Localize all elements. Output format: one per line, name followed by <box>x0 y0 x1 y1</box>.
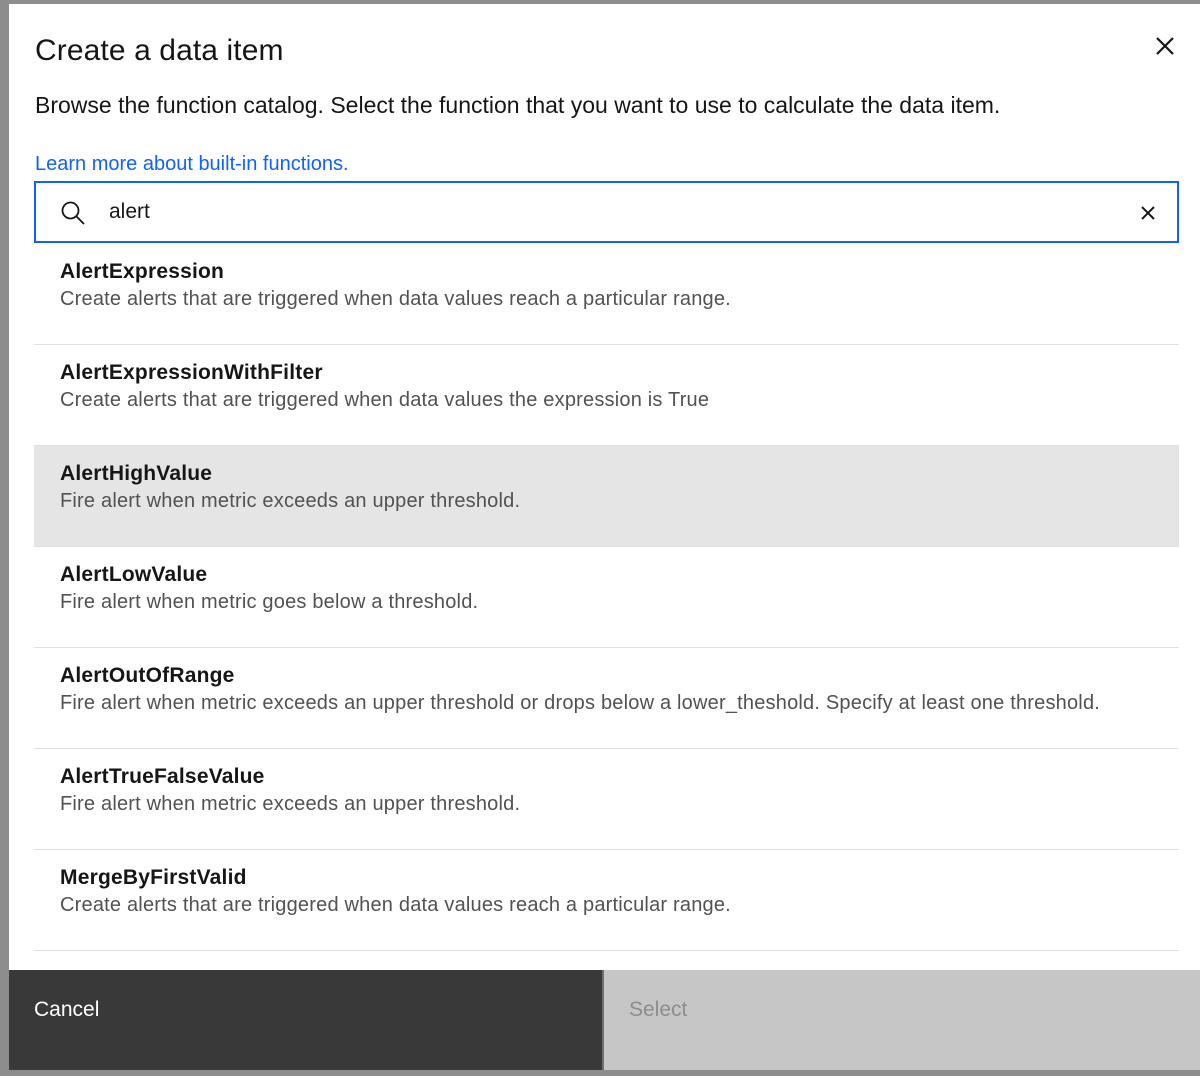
modal-footer: Cancel Select <box>9 970 1200 1070</box>
close-icon <box>1141 206 1155 220</box>
function-name: AlertExpressionWithFilter <box>60 361 323 384</box>
function-list-item[interactable]: AlertOutOfRange Fire alert when metric ex… <box>34 648 1179 749</box>
modal-title: Create a data item <box>35 34 284 67</box>
function-list-item[interactable]: AlertExpressionWithFilter Create alerts t… <box>34 345 1179 446</box>
function-description: Create alerts that are triggered when da… <box>60 894 731 916</box>
clear-search-button[interactable] <box>1131 196 1165 230</box>
function-list: AlertExpression Create alerts that are tr… <box>34 244 1179 951</box>
cancel-button[interactable]: Cancel <box>9 970 602 1070</box>
function-name: AlertHighValue <box>60 462 213 485</box>
select-button[interactable]: Select <box>604 970 1200 1070</box>
function-description: Fire alert when metric exceeds an upper … <box>60 692 1101 714</box>
function-description: Create alerts that are triggered when da… <box>60 389 710 411</box>
function-list-item[interactable]: MergeByFirstValid Create alerts that are … <box>34 850 1179 951</box>
function-name: AlertExpression <box>60 260 225 283</box>
close-modal-button[interactable] <box>1145 26 1185 66</box>
create-data-item-modal: Create a data item Browse the function c… <box>9 4 1200 1070</box>
function-name: AlertTrueFalseValue <box>60 765 265 788</box>
function-name: MergeByFirstValid <box>60 866 247 889</box>
function-name: AlertLowValue <box>60 563 208 586</box>
function-search[interactable] <box>34 181 1179 243</box>
function-description: Fire alert when metric exceeds an upper … <box>60 793 521 815</box>
function-description: Fire alert when metric exceeds an upper … <box>60 490 521 512</box>
function-list-item[interactable]: AlertHighValue Fire alert when metric exc… <box>34 446 1179 547</box>
function-list-item[interactable]: AlertLowValue Fire alert when metric goes… <box>34 547 1179 648</box>
function-list-item[interactable]: AlertExpression Create alerts that are tr… <box>34 244 1179 345</box>
search-input[interactable] <box>109 191 1109 233</box>
function-list-item[interactable]: AlertTrueFalseValue Fire alert when metri… <box>34 749 1179 850</box>
function-description: Create alerts that are triggered when da… <box>60 288 731 310</box>
function-description: Fire alert when metric goes below a thre… <box>60 591 479 613</box>
search-icon <box>61 201 85 225</box>
close-icon <box>1156 37 1174 55</box>
function-name: AlertOutOfRange <box>60 664 235 687</box>
learn-more-link[interactable]: Learn more about built-in functions. <box>35 153 349 176</box>
modal-description: Browse the function catalog. Select the … <box>35 92 1001 118</box>
